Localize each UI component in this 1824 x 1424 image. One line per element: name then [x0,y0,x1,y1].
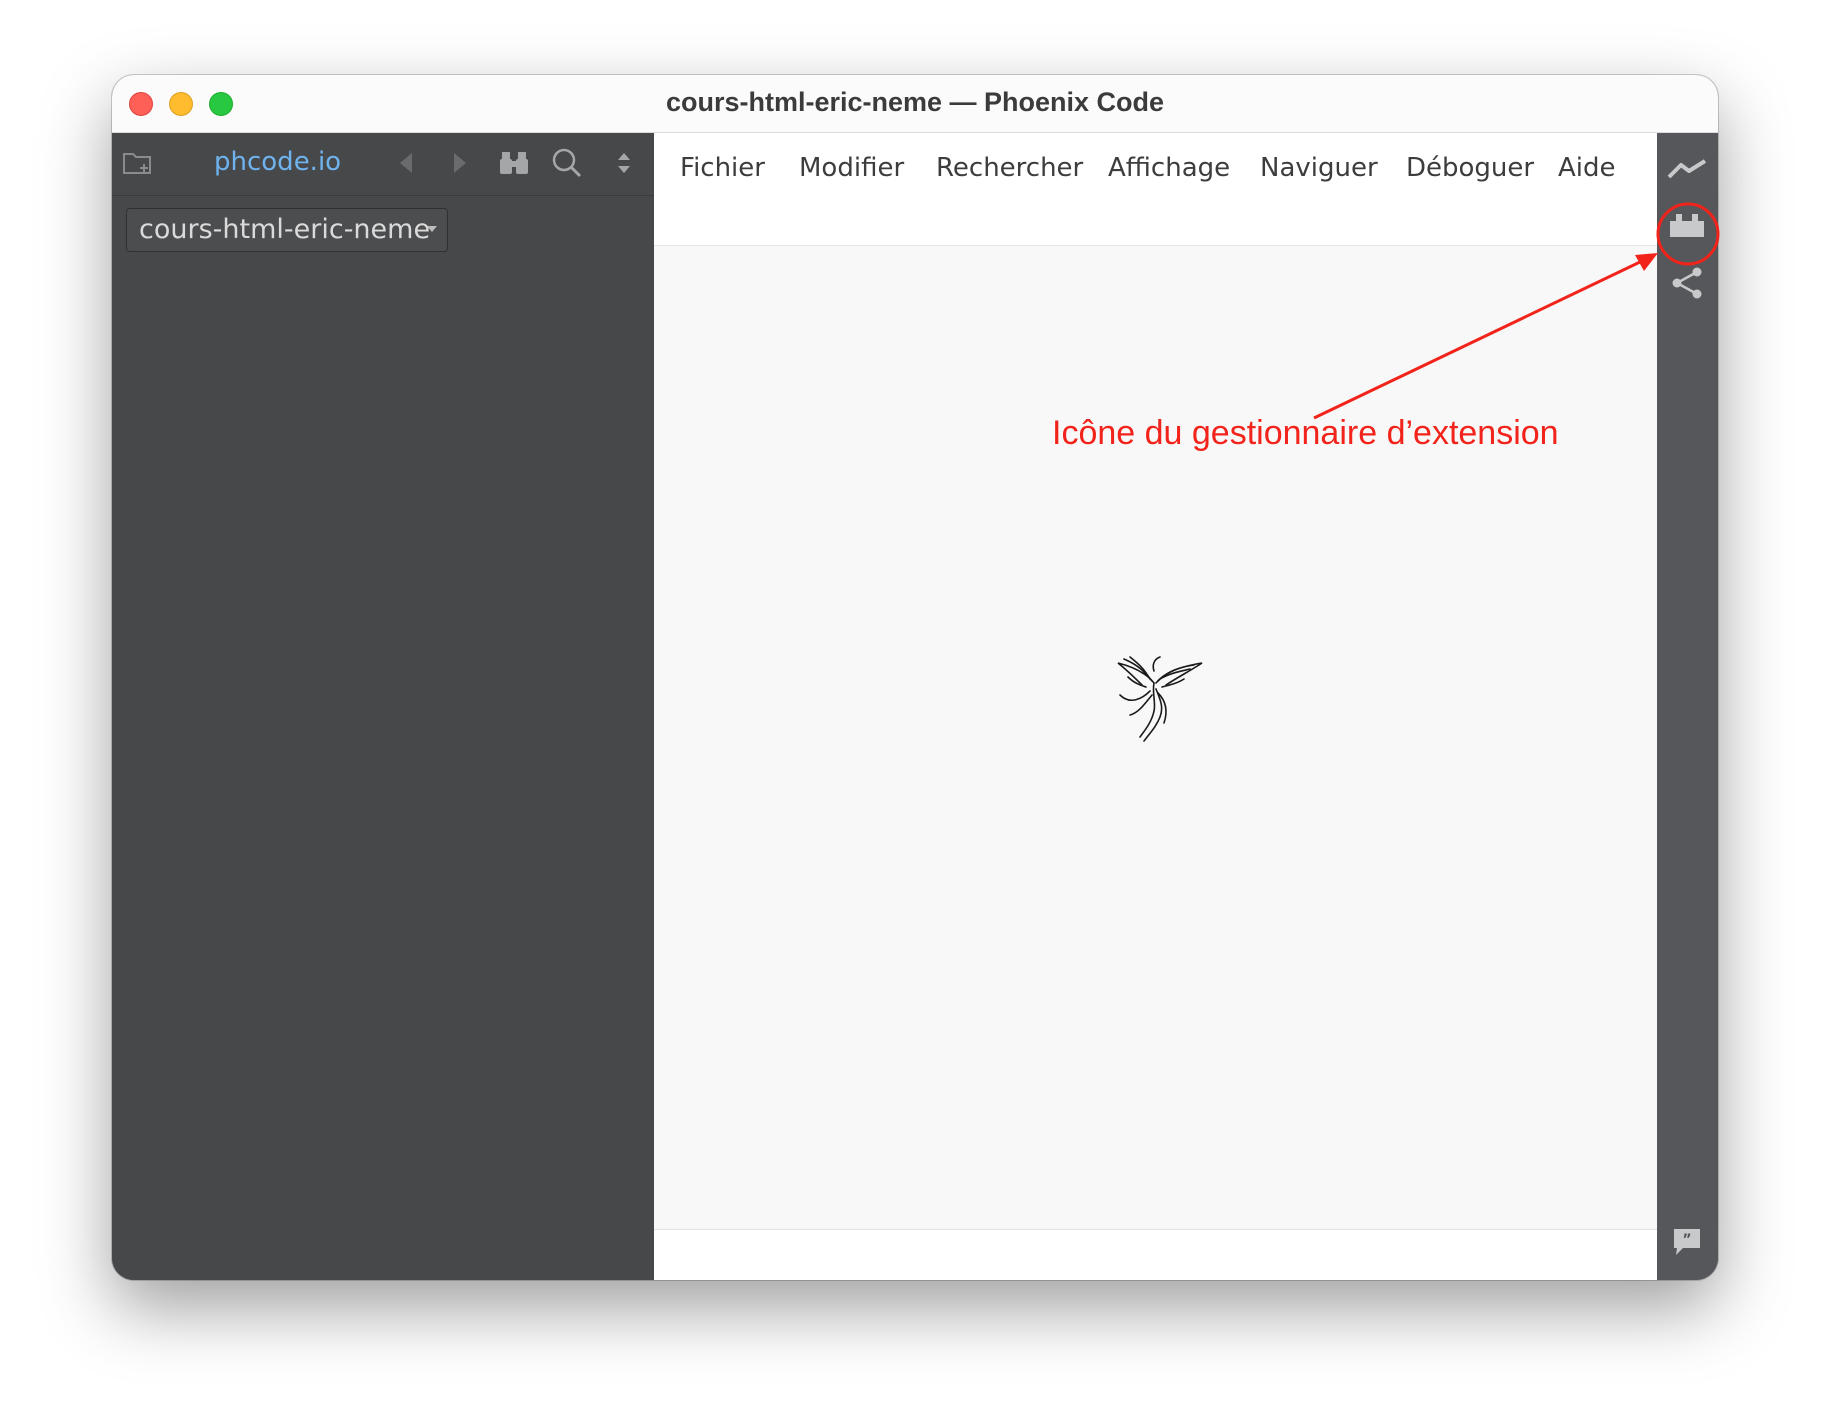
collapse-expand-icon[interactable] [606,145,642,181]
title-bar: cours-html-eric-neme — Phoenix Code [112,75,1718,133]
menu-naviguer[interactable]: Naviguer [1260,153,1378,183]
menu-fichier[interactable]: Fichier [680,153,765,183]
binoculars-icon[interactable] [496,145,532,181]
menu-aide[interactable]: Aide [1558,153,1616,183]
project-dropdown[interactable]: cours-html-eric-neme [126,208,448,252]
project-name: cours-html-eric-neme [139,214,431,245]
search-icon[interactable] [549,145,585,181]
menu-modifier[interactable]: Modifier [799,153,904,183]
menu-bar: Fichier Modifier Rechercher Affichage Na… [654,133,1657,246]
menu-rechercher[interactable]: Rechercher [936,153,1083,183]
app-window: cours-html-eric-neme — Phoenix Code phco… [112,75,1718,1280]
back-arrow-icon[interactable] [388,145,424,181]
extension-manager-icon[interactable] [1665,203,1709,247]
right-toolbar: ” [1657,133,1718,1280]
window-title: cours-html-eric-neme — Phoenix Code [665,87,1165,117]
sidebar: phcode.io cours-html-eric-neme [112,133,654,1280]
editor-area: Fichier Modifier Rechercher Affichage Na… [654,133,1657,1280]
live-preview-icon[interactable] [1665,147,1709,191]
status-bar [654,1229,1657,1280]
new-folder-icon[interactable] [120,145,156,181]
phoenix-logo [1117,656,1203,742]
annotation-label: Icône du gestionnaire d’extension [1052,414,1559,452]
svg-text:”: ” [1682,1232,1691,1248]
forward-arrow-icon[interactable] [442,145,478,181]
brand-link[interactable]: phcode.io [214,147,341,177]
share-icon[interactable] [1665,261,1709,305]
menu-affichage[interactable]: Affichage [1108,153,1230,183]
caret-down-icon [427,226,437,232]
feedback-icon[interactable]: ” [1665,1220,1709,1264]
sidebar-toolbar: phcode.io [112,133,654,196]
menu-deboguer[interactable]: Déboguer [1406,153,1534,183]
